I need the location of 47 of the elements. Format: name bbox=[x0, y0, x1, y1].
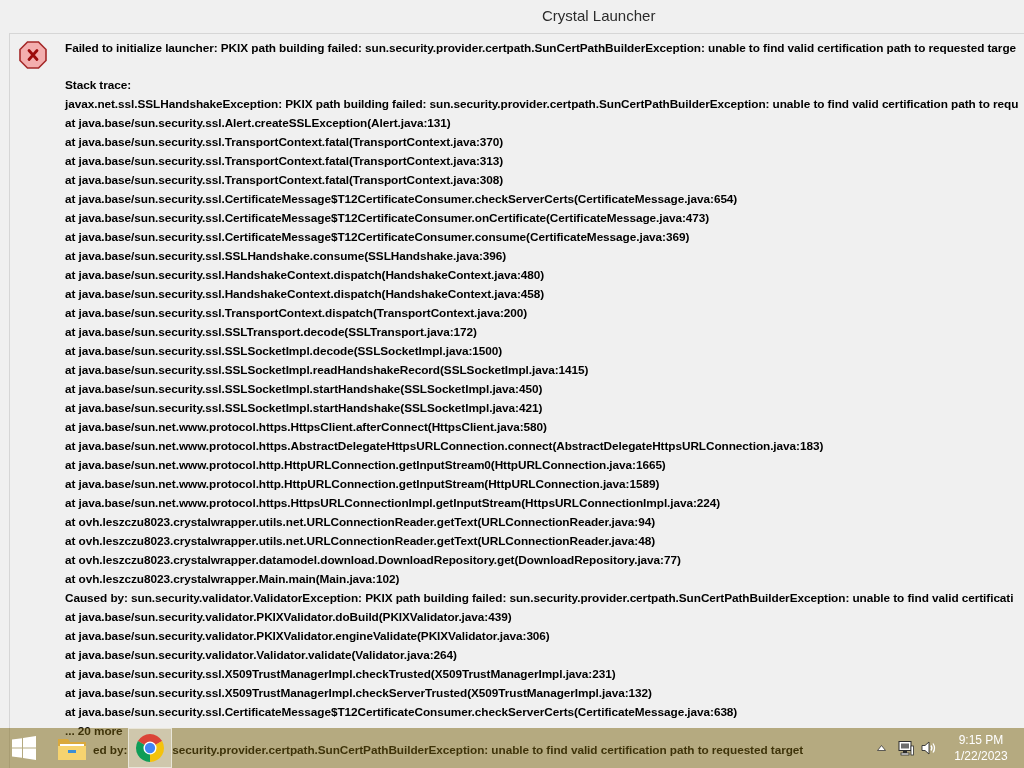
stack-trace-line: at java.base/sun.security.ssl.SSLTransport.decode(SSLTransport.java:172) bbox=[65, 324, 477, 341]
stack-trace-fragment: ed by: bbox=[93, 742, 128, 759]
four-panes-icon bbox=[12, 736, 36, 760]
stack-trace-line: at java.base/sun.security.ssl.HandshakeContext.dispatch(HandshakeContext.java:480) bbox=[65, 267, 545, 284]
stack-trace-fragment: security.provider.certpath.SunCertPathBuilderException: unable to find valid certification path to requested target bbox=[172, 742, 804, 759]
stack-trace-line: at java.base/sun.security.ssl.X509TrustManagerImpl.checkTrusted(X509TrustManagerImpl.java:231) bbox=[65, 666, 616, 683]
stack-trace-line: at java.base/sun.security.validator.PKIXValidator.engineValidate(PKIXValidator.java:306) bbox=[65, 628, 550, 645]
stack-trace-line: at java.base/sun.net.www.protocol.http.HttpURLConnection.getInputStream0(HttpURLConnection.java:1665) bbox=[65, 457, 666, 474]
stack-trace-line: at java.base/sun.security.ssl.TransportContext.fatal(TransportContext.java:308) bbox=[65, 172, 504, 189]
stack-trace-line: at java.base/sun.security.ssl.CertificateMessage$T12CertificateConsumer.consume(CertificateMessage.java:369) bbox=[65, 229, 690, 246]
stack-trace-line: at java.base/sun.net.www.protocol.https.HttpsURLConnectionImpl.getInputStream(HttpsURLConnectionImpl.java:224) bbox=[65, 495, 721, 512]
stack-trace-line: at java.base/sun.security.ssl.SSLSocketImpl.readHandshakeRecord(SSLSocketImpl.java:1415) bbox=[65, 362, 589, 379]
stack-trace-line: javax.net.ssl.SSLHandshakeException: PKIX path building failed: sun.security.provider.certpath.SunCertPathBuilderException: unable to find valid certification path to requ bbox=[65, 96, 1019, 113]
stack-trace-line: at java.base/sun.net.www.protocol.https.HttpsClient.afterConnect(HttpsClient.java:580) bbox=[65, 419, 547, 436]
stack-trace-line: at java.base/sun.security.ssl.SSLSocketImpl.startHandshake(SSLSocketImpl.java:421) bbox=[65, 400, 543, 417]
stack-trace-line: at java.base/sun.security.ssl.SSLSocketImpl.startHandshake(SSLSocketImpl.java:450) bbox=[65, 381, 543, 398]
x-octagon-icon bbox=[19, 41, 47, 69]
stack-trace-line: ... 20 more bbox=[65, 723, 123, 740]
stack-trace-line: at java.base/sun.security.ssl.CertificateMessage$T12CertificateConsumer.checkServerCerts(CertificateMessage.java:654) bbox=[65, 191, 738, 208]
error-message: Failed to initialize launcher: PKIX path building failed: sun.security.provider.certpath.SunCertPathBuilderException: unable to find valid certification path to requested targe bbox=[65, 40, 1016, 57]
stack-trace-line: at java.base/sun.security.ssl.CertificateMessage$T12CertificateConsumer.checkServerCerts(CertificateMessage.java:638) bbox=[65, 704, 738, 721]
stack-trace-line: at java.base/sun.security.ssl.TransportContext.fatal(TransportContext.java:313) bbox=[65, 153, 504, 170]
tricolor-circle-icon bbox=[136, 734, 164, 762]
stack-trace-line: at ovh.leszczu8023.crystalwrapper.utils.net.URLConnectionReader.getText(URLConnectionReader.java:48) bbox=[65, 533, 655, 550]
stack-trace-line: at java.base/sun.security.ssl.SSLSocketImpl.decode(SSLSocketImpl.java:1500) bbox=[65, 343, 503, 360]
clock-button[interactable]: 9:15 PM 1/22/2023 bbox=[950, 732, 1012, 764]
stack-trace-line: at java.base/sun.security.ssl.TransportContext.dispatch(TransportContext.java:200) bbox=[65, 305, 528, 322]
stack-trace-heading: Stack trace: bbox=[65, 77, 132, 94]
stack-trace-line: at ovh.leszczu8023.crystalwrapper.Main.main(Main.java:102) bbox=[65, 571, 400, 588]
stack-trace-line: at java.base/sun.security.ssl.CertificateMessage$T12CertificateConsumer.onCertificate(CertificateMessage.java:473) bbox=[65, 210, 710, 227]
stack-trace-line: at java.base/sun.net.www.protocol.https.AbstractDelegateHttpsURLConnection.connect(AbstractDelegateHttpsURLConnection.java:183) bbox=[65, 438, 824, 455]
stack-trace-line: at java.base/sun.security.ssl.X509TrustManagerImpl.checkServerTrusted(X509TrustManagerImpl.java:132) bbox=[65, 685, 652, 702]
window-title: Crystal Launcher bbox=[542, 6, 656, 27]
speaker-icon[interactable] bbox=[921, 740, 937, 756]
up-caret-icon[interactable] bbox=[877, 745, 886, 751]
stack-trace-line: at java.base/sun.security.ssl.Alert.createSSLException(Alert.java:131) bbox=[65, 115, 451, 132]
taskbar-app-button[interactable] bbox=[128, 728, 172, 768]
stack-trace-line: at java.base/sun.net.www.protocol.http.HttpURLConnection.getInputStream(HttpURLConnection.java:1589) bbox=[65, 476, 660, 493]
stack-trace-line: Caused by: sun.security.validator.ValidatorException: PKIX path building failed: sun.security.provider.certpath.SunCertPathBuilderException: unable to find valid certificati bbox=[65, 590, 1014, 607]
stack-trace-line: at ovh.leszczu8023.crystalwrapper.datamodel.download.DownloadRepository.get(DownloadRepository.java:77) bbox=[65, 552, 681, 569]
monitor-icon[interactable] bbox=[898, 740, 914, 756]
stack-trace-line: at java.base/sun.security.ssl.HandshakeContext.dispatch(HandshakeContext.java:458) bbox=[65, 286, 545, 303]
stack-trace-line: at java.base/sun.security.validator.Validator.validate(Validator.java:264) bbox=[65, 647, 457, 664]
stack-trace-line: at java.base/sun.security.validator.PKIXValidator.doBuild(PKIXValidator.java:439) bbox=[65, 609, 512, 626]
stack-trace-line: at java.base/sun.security.ssl.TransportContext.fatal(TransportContext.java:370) bbox=[65, 134, 504, 151]
stack-trace-line: at ovh.leszczu8023.crystalwrapper.utils.net.URLConnectionReader.getText(URLConnectionReader.java:94) bbox=[65, 514, 655, 531]
stack-trace-line: at java.base/sun.security.ssl.SSLHandshake.consume(SSLHandshake.java:396) bbox=[65, 248, 507, 265]
